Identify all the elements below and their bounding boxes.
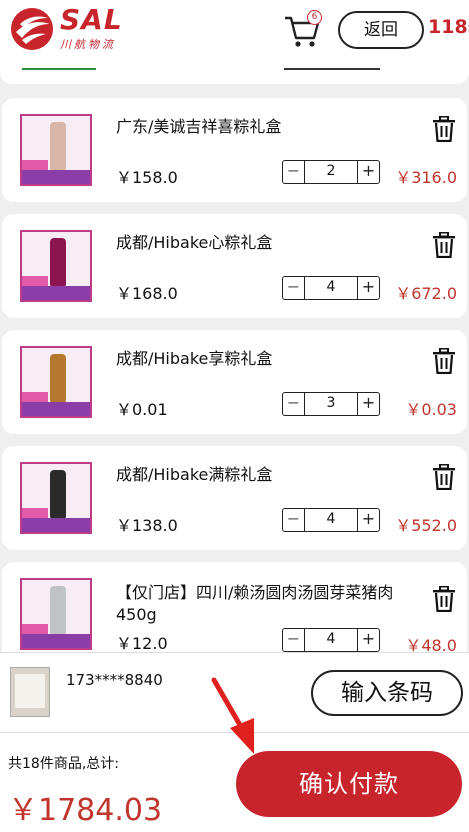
item-unit-price: ￥168.0 <box>116 284 178 303</box>
member-card-face <box>15 674 45 708</box>
cart-count-badge: 6 <box>307 10 322 25</box>
logo-text: SAL <box>60 3 123 36</box>
pointer-arrow-icon <box>211 677 254 754</box>
back-button[interactable]: 返回 <box>338 11 424 49</box>
quantity-value[interactable]: 4 <box>305 629 357 651</box>
quantity-stepper: − 2 + <box>282 160 380 184</box>
trash-icon[interactable] <box>432 464 456 490</box>
cart-item: 广东/美诚吉祥喜粽礼盒 ￥158.0 − 2 + ￥316.0 <box>2 98 467 202</box>
enter-barcode-button[interactable]: 输入条码 <box>311 670 463 716</box>
divider <box>284 66 380 70</box>
app-screen: SAL 川航物流 6 返回 118s 广东/美诚吉祥喜粽礼盒 ￥158.0 <box>0 0 469 832</box>
item-subtotal: ￥672.0 <box>395 284 457 303</box>
item-unit-price: ￥138.0 <box>116 516 178 535</box>
cart-item: 成都/Hibake满粽礼盒 ￥138.0 − 4 + ￥552.0 <box>2 446 467 550</box>
confirm-payment-button[interactable]: 确认付款 <box>236 751 462 817</box>
product-figure <box>50 238 66 288</box>
item-name: 成都/Hibake享粽礼盒 <box>116 349 273 368</box>
item-subtotal: ￥48.0 <box>405 636 457 652</box>
quantity-stepper: − 4 + <box>282 628 380 652</box>
cart-item: 成都/Hibake心粽礼盒 ￥168.0 − 4 + ￥672.0 <box>2 214 467 318</box>
divider <box>22 66 96 70</box>
image-banner <box>22 402 90 416</box>
item-subtotal: ￥0.03 <box>405 400 457 419</box>
trash-icon[interactable] <box>432 586 456 612</box>
quantity-stepper: − 4 + <box>282 276 380 300</box>
increase-button[interactable]: + <box>357 393 379 415</box>
trash-icon[interactable] <box>432 232 456 258</box>
decrease-button[interactable]: − <box>283 161 305 183</box>
decrease-button[interactable]: − <box>283 393 305 415</box>
quantity-value[interactable]: 4 <box>305 509 357 531</box>
item-name: 【仅门店】四川/赖汤圆肉汤圆芽菜猪肉450g <box>116 583 394 624</box>
decrease-button[interactable]: − <box>283 509 305 531</box>
item-unit-price: ￥158.0 <box>116 168 178 187</box>
quantity-stepper: − 4 + <box>282 508 380 532</box>
image-banner <box>22 634 90 648</box>
item-unit-price: ￥12.0 <box>116 634 168 652</box>
trash-icon[interactable] <box>432 116 456 142</box>
quantity-value[interactable]: 4 <box>305 277 357 299</box>
order-summary: 共18件商品,总计: <box>8 756 119 772</box>
image-badge <box>22 508 48 518</box>
item-subtotal: ￥316.0 <box>395 168 457 187</box>
previous-item-card <box>0 62 469 84</box>
quantity-stepper: − 3 + <box>282 392 380 416</box>
logo-subtitle: 川航物流 <box>60 38 116 51</box>
quantity-value[interactable]: 2 <box>305 161 357 183</box>
image-badge <box>22 624 48 634</box>
image-banner <box>22 170 90 184</box>
customer-phone: 173****8840 <box>66 671 163 689</box>
product-image[interactable] <box>20 578 92 650</box>
logo-bird-icon <box>11 8 53 50</box>
image-banner <box>22 286 90 300</box>
decrease-button[interactable]: − <box>283 629 305 651</box>
increase-button[interactable]: + <box>357 161 379 183</box>
image-badge <box>22 160 48 170</box>
product-image[interactable] <box>20 346 92 418</box>
cart-item: 成都/Hibake享粽礼盒 ￥0.01 − 3 + ￥0.03 <box>2 330 467 434</box>
product-image[interactable] <box>20 230 92 302</box>
item-subtotal: ￥552.0 <box>395 516 457 535</box>
cart-item: 【仅门店】四川/赖汤圆肉汤圆芽菜猪肉450g ￥12.0 − 4 + ￥48.0 <box>2 562 467 652</box>
increase-button[interactable]: + <box>357 509 379 531</box>
quantity-value[interactable]: 3 <box>305 393 357 415</box>
brand-logo: SAL 川航物流 <box>8 6 123 52</box>
item-name: 广东/美诚吉祥喜粽礼盒 <box>116 117 282 136</box>
item-name: 成都/Hibake满粽礼盒 <box>116 465 273 484</box>
image-badge <box>22 276 48 286</box>
image-badge <box>22 392 48 402</box>
product-figure <box>50 586 66 636</box>
header: SAL 川航物流 6 返回 118s <box>0 0 469 62</box>
product-figure <box>50 470 66 520</box>
decrease-button[interactable]: − <box>283 277 305 299</box>
increase-button[interactable]: + <box>357 277 379 299</box>
image-banner <box>22 518 90 532</box>
product-image[interactable] <box>20 462 92 534</box>
countdown-timer: 118s <box>428 16 469 38</box>
increase-button[interactable]: + <box>357 629 379 651</box>
product-figure <box>50 354 66 404</box>
order-total: ￥1784.03 <box>8 793 163 828</box>
cart-item-list[interactable]: 广东/美诚吉祥喜粽礼盒 ￥158.0 − 2 + ￥316.0 成都/Hibak… <box>0 62 469 652</box>
product-figure <box>50 122 66 172</box>
item-unit-price: ￥0.01 <box>116 400 168 419</box>
item-name: 成都/Hibake心粽礼盒 <box>116 233 273 252</box>
trash-icon[interactable] <box>432 348 456 374</box>
product-image[interactable] <box>20 114 92 186</box>
member-card-image[interactable] <box>10 667 50 717</box>
